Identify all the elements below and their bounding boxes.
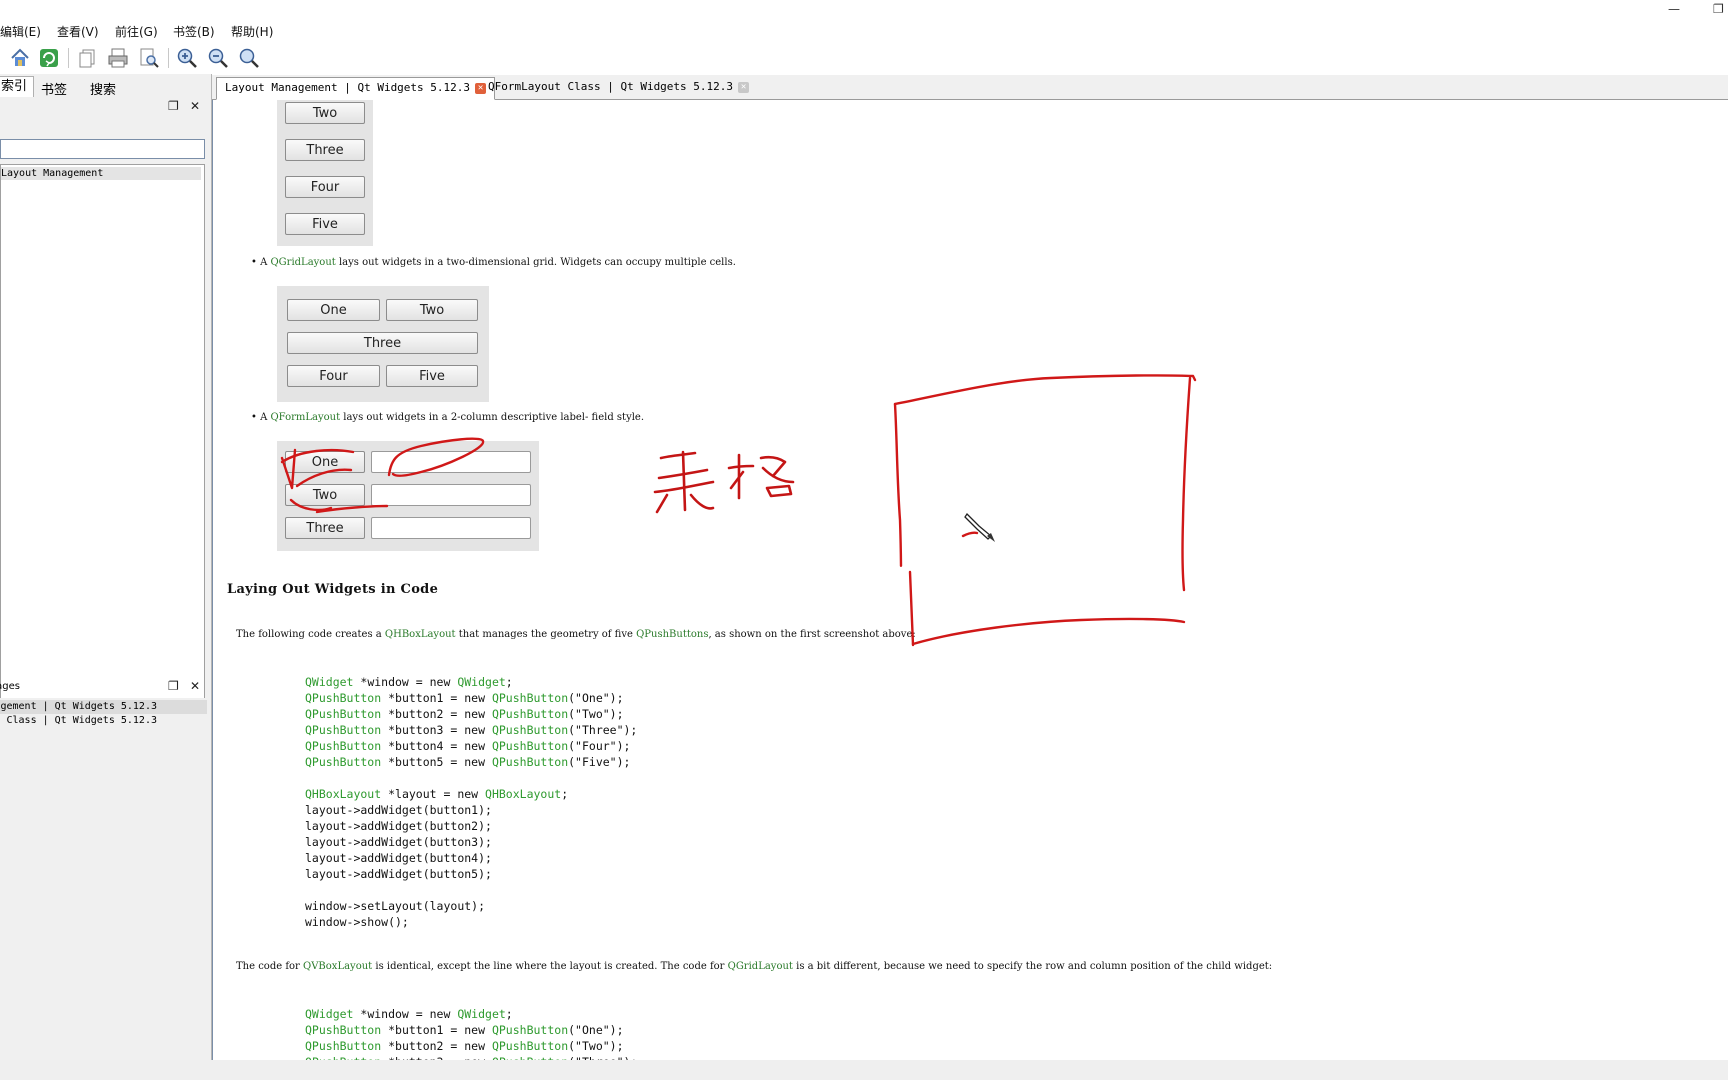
tab-search[interactable]: 搜索 xyxy=(90,79,116,98)
annotation-stroke xyxy=(729,470,745,490)
open-pages-dock-header: Open Pages ❐ ✕ xyxy=(0,678,207,696)
close-icon[interactable]: ✕ xyxy=(190,99,200,113)
annotation-stroke xyxy=(908,570,915,647)
annotation-stroke xyxy=(893,402,903,567)
document-view[interactable]: Two Three Four Five • A QGridLayout lays… xyxy=(212,100,1728,1060)
annotation-stroke xyxy=(1181,376,1192,592)
sidebar-tabs: 索引 书签 搜索 xyxy=(0,76,211,98)
tab-qformlayout-class[interactable]: QFormLayout Class | Qt Widgets 5.12.3 ✕ xyxy=(480,77,757,98)
dock-float-icon[interactable]: ❐ xyxy=(168,679,179,693)
zoom-in-icon[interactable] xyxy=(175,46,199,70)
document-tabs: Layout Management | Qt Widgets 5.12.3 ✕ Q… xyxy=(212,75,1728,100)
handwriting-biaoge xyxy=(653,450,795,514)
restore-button[interactable]: ❐ xyxy=(1713,2,1724,16)
annotation-stroke xyxy=(727,464,755,470)
annotation-stroke xyxy=(681,450,687,512)
annotation-stroke xyxy=(280,448,355,464)
toolbar-separator xyxy=(68,48,69,68)
menu-bar: 编辑(E) 查看(V) 前往(G) 书签(B) 帮助(H) xyxy=(0,20,1728,42)
print-icon[interactable] xyxy=(106,46,130,70)
tab-index[interactable]: 索引 xyxy=(0,76,35,97)
close-icon[interactable]: ✕ xyxy=(738,81,750,93)
menu-view[interactable]: 查看(V) xyxy=(57,23,99,40)
tab-bookmarks[interactable]: 书签 xyxy=(41,79,67,98)
menu-edit[interactable]: 编辑(E) xyxy=(0,23,41,40)
tab-layout-management[interactable]: Layout Management | Qt Widgets 5.12.3 ✕ xyxy=(216,77,496,100)
open-pages-list: Layout Management | Qt Widgets 5.12.3 QF… xyxy=(0,698,207,1058)
status-bar xyxy=(0,1060,1728,1080)
index-list[interactable]: Layout Management xyxy=(0,164,205,743)
annotation-overlay xyxy=(280,374,1197,647)
tab-label: Layout Management | Qt Widgets 5.12.3 xyxy=(225,81,471,94)
sidebar: 索引 书签 搜索 ❐ ✕ Layout Management Open Page… xyxy=(0,74,212,1060)
annotation-stroke xyxy=(655,493,669,514)
menu-help[interactable]: 帮助(H) xyxy=(231,23,273,40)
dock-title: Open Pages xyxy=(0,681,20,692)
list-item[interactable]: Layout Management xyxy=(1,167,201,180)
annotation-stroke xyxy=(289,498,333,512)
toolbar xyxy=(0,42,1728,74)
zoom-out-icon[interactable] xyxy=(206,46,230,70)
find-icon[interactable] xyxy=(137,46,161,70)
annotation-stroke xyxy=(893,374,1197,406)
annotation-stroke xyxy=(759,455,787,478)
copy-icon[interactable] xyxy=(76,46,100,70)
annotation-stroke xyxy=(387,437,485,477)
annotation-stroke xyxy=(295,468,353,488)
annotation-stroke xyxy=(961,531,979,538)
pen-cursor-icon xyxy=(964,512,995,542)
tab-label: QFormLayout Class | Qt Widgets 5.12.3 xyxy=(488,80,734,93)
close-icon[interactable]: ✕ xyxy=(190,679,200,693)
list-item[interactable]: QFormLayout Class | Qt Widgets 5.12.3 xyxy=(0,714,207,728)
menu-bookmarks[interactable]: 书签(B) xyxy=(173,23,215,40)
list-item[interactable]: Layout Management | Qt Widgets 5.12.3 xyxy=(0,700,207,714)
annotation-stroke xyxy=(689,493,715,510)
menu-go[interactable]: 前往(G) xyxy=(115,23,158,40)
annotation-stroke xyxy=(659,451,697,460)
index-filter-input[interactable] xyxy=(0,139,205,159)
document-canvas: Two Three Four Five • A QGridLayout lays… xyxy=(213,100,1728,1060)
home-icon[interactable] xyxy=(8,46,32,70)
annotation-stroke xyxy=(911,617,1186,646)
minimize-button[interactable]: — xyxy=(1668,2,1680,16)
index-dock-header: ❐ ✕ xyxy=(0,98,207,116)
annotation-stroke xyxy=(765,484,793,498)
toolbar-separator xyxy=(168,48,169,68)
dock-float-icon[interactable]: ❐ xyxy=(168,99,179,113)
sync-icon[interactable] xyxy=(37,46,61,70)
zoom-reset-icon[interactable] xyxy=(237,46,261,70)
